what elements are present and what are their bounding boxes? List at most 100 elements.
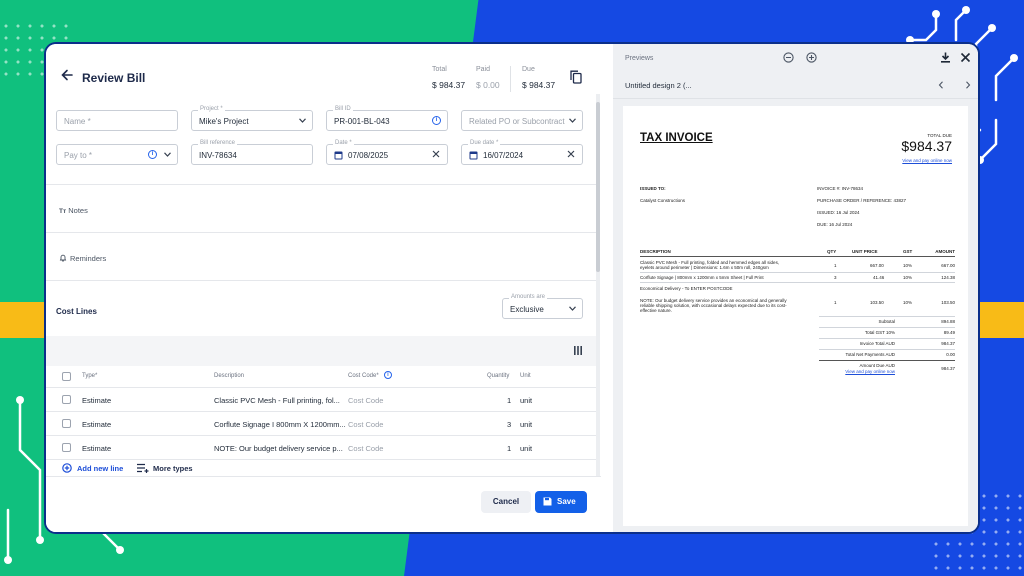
- row-checkbox[interactable]: [62, 443, 71, 452]
- save-button[interactable]: Save: [535, 491, 587, 513]
- inv-col-unit-price: UNIT PRICE: [852, 249, 878, 254]
- chevron-down-icon: [164, 152, 171, 157]
- amounts-are-select[interactable]: Amounts are Exclusive: [502, 294, 583, 319]
- previews-panel: Previews Untitled design 2 (... TAX INVO…: [613, 44, 978, 532]
- totals-rule: [819, 327, 955, 328]
- column-description: Description: [214, 373, 245, 379]
- plus-circle-icon: [62, 463, 72, 473]
- issued-to-value: Catalyst Constructions: [640, 198, 686, 203]
- bill-reference-field[interactable]: Bill reference INV-78634: [191, 140, 313, 165]
- preview-document-name[interactable]: Untitled design 2 (...: [625, 81, 692, 90]
- row-quantity[interactable]: 1: [507, 396, 511, 405]
- gst-value: 89.49: [943, 330, 955, 335]
- info-icon[interactable]: i: [384, 371, 392, 379]
- reminders-section[interactable]: Reminders: [46, 232, 596, 280]
- row-type[interactable]: Estimate: [82, 420, 111, 429]
- row-checkbox[interactable]: [62, 395, 71, 404]
- totals-rule: [819, 360, 955, 361]
- related-po-select[interactable]: Related PO or Subcontract: [461, 110, 583, 131]
- table-toolbar: [46, 336, 596, 366]
- name-field[interactable]: Name *: [56, 110, 178, 131]
- clear-icon[interactable]: [567, 150, 575, 158]
- issued-to-label: ISSUED TO:: [640, 186, 666, 191]
- invoice-heading: TAX INVOICE: [640, 132, 713, 144]
- row-cost-code[interactable]: Cost Code: [348, 420, 383, 429]
- column-type: Type*: [82, 373, 98, 379]
- po-reference: PURCHASE ORDER / REFERENCE: 43827: [817, 198, 907, 203]
- inv-line-gst: 10%: [903, 300, 913, 305]
- row-type[interactable]: Estimate: [82, 444, 111, 453]
- pay-to-select[interactable]: Pay to * i: [56, 144, 178, 165]
- bill-id-field[interactable]: Bill ID PR-001-BL-043 i: [326, 106, 448, 131]
- row-cost-code[interactable]: Cost Code: [348, 396, 383, 405]
- pay-to-placeholder: Pay to *: [64, 151, 93, 160]
- inv-line-price: 103.50: [870, 300, 884, 305]
- pay-online-link[interactable]: View and pay online now: [902, 158, 952, 163]
- row-unit[interactable]: unit: [520, 420, 532, 429]
- date-field[interactable]: Date * 07/08/2025: [326, 140, 448, 165]
- table-row[interactable]: Estimate NOTE: Our budget delivery servi…: [46, 436, 596, 460]
- panel-footer: Cancel Save: [46, 476, 601, 532]
- panel-header: Review Bill Total $ 984.37 Paid $ 0.00 D…: [46, 44, 601, 94]
- columns-icon[interactable]: [574, 346, 582, 355]
- table-row[interactable]: Estimate Corflute Signage I 800mm X 1200…: [46, 412, 596, 436]
- info-icon[interactable]: i: [432, 116, 441, 125]
- total-label: Total: [432, 66, 447, 73]
- notes-section[interactable]: Tт Notes: [46, 184, 596, 232]
- scrollbar-thumb[interactable]: [596, 102, 600, 272]
- inv-row-rule: [640, 282, 955, 283]
- info-icon[interactable]: i: [148, 150, 157, 159]
- row-unit[interactable]: unit: [520, 396, 532, 405]
- chevron-down-icon: [569, 118, 576, 123]
- row-cost-code[interactable]: Cost Code: [348, 444, 383, 453]
- amounts-are-value: Exclusive: [510, 305, 544, 314]
- more-types-button[interactable]: More types: [137, 463, 193, 473]
- inv-line-gst: 10%: [903, 275, 913, 280]
- zoom-in-icon[interactable]: [806, 52, 817, 63]
- app-window: Review Bill Total $ 984.37 Paid $ 0.00 D…: [46, 44, 978, 532]
- vertical-scrollbar[interactable]: [596, 94, 600, 484]
- project-select[interactable]: Project * Mike's Project: [191, 106, 313, 131]
- inv-col-gst: GST: [903, 249, 913, 254]
- inv-line-qty: 3: [834, 275, 837, 280]
- save-icon: [543, 497, 552, 506]
- invoice-preview: TAX INVOICE TOTAL DUE $984.37 View and p…: [623, 106, 968, 526]
- back-arrow-icon[interactable]: [60, 68, 74, 82]
- chevron-down-icon: [299, 118, 306, 123]
- cancel-button[interactable]: Cancel: [481, 491, 531, 513]
- preview-divider: [613, 98, 978, 99]
- row-type[interactable]: Estimate: [82, 396, 111, 405]
- row-quantity[interactable]: 3: [507, 420, 511, 429]
- pay-online-link[interactable]: View and pay online now: [845, 369, 895, 374]
- row-description[interactable]: NOTE: Our budget delivery service p...: [214, 444, 343, 453]
- row-unit[interactable]: unit: [520, 444, 532, 453]
- zoom-out-icon[interactable]: [783, 52, 794, 63]
- table-row[interactable]: Estimate Classic PVC Mesh - Full printin…: [46, 388, 596, 412]
- subtotal-value: 894.88: [941, 319, 955, 324]
- row-checkbox[interactable]: [62, 419, 71, 428]
- row-quantity[interactable]: 1: [507, 444, 511, 453]
- name-placeholder: Name *: [64, 117, 91, 126]
- backdrop-stripe-right: [978, 302, 1024, 338]
- row-description[interactable]: Classic PVC Mesh - Full printing, fol...: [214, 396, 340, 405]
- add-new-line-button[interactable]: Add new line: [62, 463, 123, 473]
- select-all-checkbox[interactable]: [62, 372, 71, 381]
- more-types-label: More types: [153, 464, 193, 473]
- close-icon[interactable]: [960, 52, 971, 63]
- due-date-field[interactable]: Due date * 16/07/2024: [461, 140, 583, 165]
- download-icon[interactable]: [940, 52, 951, 63]
- chevron-right-icon[interactable]: [965, 81, 971, 89]
- paid-value: $ 0.00: [476, 80, 500, 90]
- paid-label: Paid: [476, 66, 491, 73]
- bill-reference-label: Bill reference: [198, 140, 238, 146]
- due-date: DUE: 16 Jul 2024: [817, 222, 853, 227]
- inv-line-description: effective nature.: [640, 308, 672, 313]
- reminders-label: Reminders: [70, 254, 107, 263]
- chevron-left-icon[interactable]: [938, 81, 944, 89]
- inv-col-description: DESCRIPTION: [640, 249, 671, 254]
- totals-rule: [819, 316, 955, 317]
- row-description[interactable]: Corflute Signage I 800mm X 1200mm...: [214, 420, 346, 429]
- copy-icon[interactable]: [570, 70, 582, 84]
- inv-col-qty: QTY: [827, 249, 837, 254]
- clear-icon[interactable]: [432, 150, 440, 158]
